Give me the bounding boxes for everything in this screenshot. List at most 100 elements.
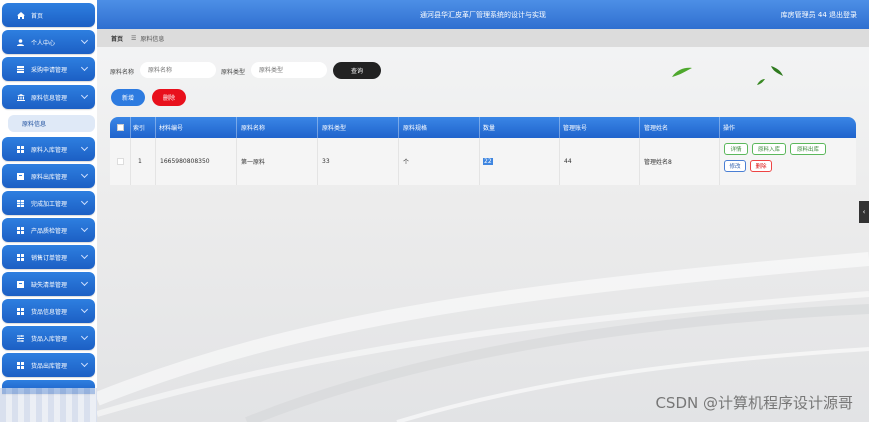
cell-manager-name: 管理姓名8 [644, 159, 672, 166]
quantity-value: 22 [483, 158, 493, 165]
sidebar-item-sales-order[interactable]: 销售订单管理 [2, 245, 95, 269]
material-table: 索引 材料编号 原料名称 原料类型 原料规格 数量 管理账号 管理姓名 操作 1… [110, 117, 856, 185]
user-logout-link[interactable]: 库房管理员 44 退出登录 [781, 10, 857, 20]
material-name-input[interactable] [140, 62, 216, 78]
sidebar-subitem-label: 原料信息 [22, 121, 47, 128]
table-icon [16, 199, 25, 207]
list-icon [16, 65, 25, 73]
column-header: 原料规格 [403, 125, 428, 132]
sidebar-item-label: 采购申请管理 [31, 66, 68, 74]
material-name-label: 原料名称 [110, 69, 135, 76]
sidebar-item-label: 产品质检管理 [31, 227, 68, 235]
cell-material-type: 33 [322, 158, 330, 165]
leaf-icon [757, 79, 765, 85]
material-type-label: 原料类型 [221, 69, 246, 76]
leaf-icon [672, 67, 692, 77]
grid-icon [16, 145, 25, 153]
sidebar-item-goods-info[interactable]: 货品信息管理 [2, 299, 95, 323]
material-outbound-button[interactable]: 原料出库 [790, 143, 826, 155]
sidebar-subitem-material-info[interactable]: 原料信息 [8, 115, 95, 132]
collapse-handle[interactable]: ‹ [859, 201, 869, 223]
sidebar: 首页 个人中心 采购申请管理 原料信息管理 原料信息 原料入库管理 原料出库管理… [0, 0, 97, 422]
breadcrumb: 首页 ☰ 原料信息 [97, 29, 869, 47]
table-row: 1 1665980808350 第一原料 33 个 22 44 管理姓名8 详情… [110, 138, 856, 185]
sidebar-item-material-info[interactable]: 原料信息管理 [2, 85, 95, 109]
select-all-checkbox[interactable] [114, 117, 126, 138]
column-header: 材料编号 [159, 125, 184, 132]
chevron-down-icon [80, 332, 89, 341]
sidebar-item-home[interactable]: 首页 [2, 3, 95, 27]
sidebar-item-material-inbound[interactable]: 原料入库管理 [2, 137, 95, 161]
chevron-down-icon [80, 224, 89, 233]
material-inbound-button[interactable]: 原料入库 [752, 143, 786, 155]
top-header: 通河县华汇皮革厂管理系统的设计与实现 库房管理员 44 退出登录 [97, 0, 869, 29]
sidebar-item-quality-check[interactable]: 产品质检管理 [2, 218, 95, 242]
chevron-down-icon [80, 63, 89, 72]
grid-icon [16, 226, 25, 234]
sidebar-item-label: 原料入库管理 [31, 146, 68, 154]
grid-icon [16, 253, 25, 261]
sidebar-item-label: 缺失清单管理 [31, 281, 68, 289]
column-header: 数量 [483, 125, 496, 132]
cell-material-spec: 个 [403, 159, 410, 166]
chevron-down-icon [80, 143, 89, 152]
sidebar-item-purchase-apply[interactable]: 采购申请管理 [2, 57, 95, 81]
cell-manager-account: 44 [564, 158, 572, 165]
chevron-down-icon [80, 305, 89, 314]
background-swoosh [97, 252, 869, 422]
detail-button[interactable]: 详情 [724, 143, 748, 155]
sidebar-item-goods-inbound[interactable]: 货品入库管理 [2, 326, 95, 350]
sidebar-item-label: 货品信息管理 [31, 308, 68, 316]
sidebar-item-material-outbound[interactable]: 原料出库管理 [2, 164, 95, 188]
sidebar-item-goods-outbound[interactable]: 货品出库管理 [2, 353, 95, 377]
chevron-down-icon [80, 251, 89, 260]
row-checkbox[interactable] [114, 138, 126, 185]
watermark: CSDN @计算机程序设计源哥 [655, 394, 853, 412]
sidebar-item-processing-done[interactable]: 完成加工管理 [2, 191, 95, 215]
main-content: 首页 ☰ 原料信息 原料名称 原料类型 查询 新增 删除 索引 材料编号 原料名… [97, 29, 869, 422]
cell-material-name: 第一原料 [241, 159, 266, 166]
breadcrumb-home[interactable]: 首页 [111, 34, 123, 43]
breadcrumb-current: 原料信息 [140, 35, 165, 43]
sidebar-item-personal-center[interactable]: 个人中心 [2, 30, 95, 54]
leaf-icon [771, 66, 783, 76]
grid-icon [16, 307, 25, 315]
box-icon [16, 280, 25, 288]
column-header: 原料名称 [241, 125, 266, 132]
column-header: 管理账号 [563, 125, 588, 132]
sidebar-item-label: 销售订单管理 [31, 254, 68, 262]
chevron-down-icon [80, 278, 89, 287]
column-header: 操作 [723, 125, 736, 132]
box-icon [16, 172, 25, 180]
user-icon [16, 38, 25, 46]
chevron-left-icon: ‹ [862, 208, 866, 216]
sidebar-item-label: 首页 [31, 12, 44, 20]
sidebar-item-label: 原料信息管理 [31, 94, 68, 102]
sidebar-item-missing-list[interactable]: 缺失清单管理 [2, 272, 95, 296]
query-button[interactable]: 查询 [333, 62, 381, 79]
chevron-down-icon [80, 197, 89, 206]
cell-material-code: 1665980808350 [160, 158, 210, 165]
table-header: 索引 材料编号 原料名称 原料类型 原料规格 数量 管理账号 管理姓名 操作 [110, 117, 856, 138]
edit-button[interactable]: 修改 [724, 160, 746, 172]
add-button[interactable]: 新增 [111, 89, 145, 106]
chevron-down-icon [80, 170, 89, 179]
cell-quantity: 22 [483, 138, 558, 185]
app-title: 通河县华汇皮革厂管理系统的设计与实现 [420, 11, 546, 19]
breadcrumb-separator-icon: ☰ [131, 34, 137, 42]
sidebar-item-label: 货品入库管理 [31, 335, 68, 343]
home-icon [16, 11, 25, 19]
delete-button[interactable]: 删除 [152, 89, 186, 106]
material-type-input[interactable] [251, 62, 327, 78]
grid-icon [16, 361, 25, 369]
column-header: 索引 [133, 125, 146, 132]
chevron-down-icon [80, 359, 89, 368]
chevron-down-icon [80, 91, 89, 100]
row-delete-button[interactable]: 删除 [750, 160, 772, 172]
sidebar-item-label: 货品出库管理 [31, 362, 68, 370]
bank-icon [16, 93, 25, 101]
cell-index: 1 [138, 158, 142, 165]
sidebar-item-label: 完成加工管理 [31, 200, 68, 208]
column-header: 原料类型 [322, 125, 347, 132]
sliders-icon [16, 334, 25, 342]
